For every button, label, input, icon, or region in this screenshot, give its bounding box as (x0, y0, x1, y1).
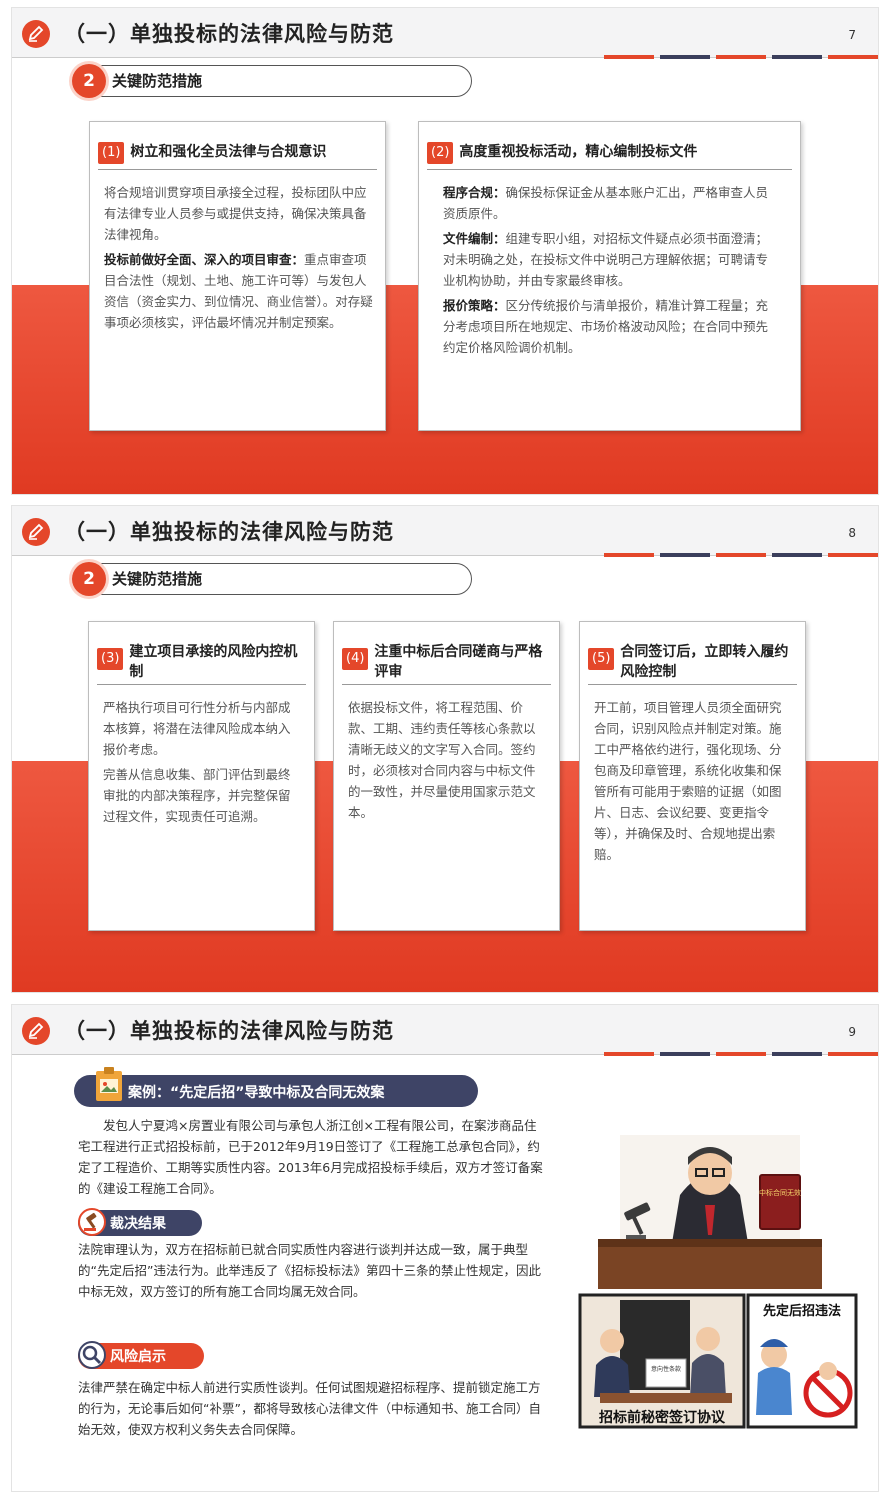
verdict-text: 法院审理认为，双方在招标前已就合同实质性内容进行谈判并达成一致，属于典型的“先定… (78, 1242, 541, 1299)
card-title: 合同签订后，立即转入履约风险控制 (620, 644, 789, 680)
card-divider (427, 169, 792, 170)
card-body: 程序合规：确保投标保证金从基本账户汇出，严格审查人员资质原件。 文件编制：组建专… (443, 182, 780, 362)
book-title-text: 中标合同无效 (759, 1188, 801, 1197)
measure-card-3: (3) 建立项目承接的风险内控机制 严格执行项目可行性分析与内部成本核算，将潜在… (88, 621, 315, 931)
left-panel-caption: 招标前秘密签订协议 (599, 1409, 726, 1426)
card-paragraph: 文件编制：组建专职小组，对招标文件疑点必须书面澄清；对未明确之处，在投标文件中说… (443, 231, 769, 288)
page-number: 7 (848, 28, 856, 42)
card-paragraph: 将合规培训贯穿项目承接全过程，投标团队中应有法律专业人员参与或提供支持，确保决策… (104, 185, 367, 242)
card-paragraph: 开工前，项目管理人员须全面研究合同，识别风险点并制定对策。施工中严格依约进行，强… (594, 700, 782, 862)
section-label: 关键防范措施 (112, 570, 203, 588)
case-folder-icon (94, 1067, 124, 1103)
card-number-badge: (3) (97, 648, 124, 670)
card-paragraph: 完善从信息收集、部门评估到最终审批的内部决策程序，并完整保留过程文件，实现责任可… (103, 767, 291, 824)
slide-9: （一）单独投标的法律风险与防范 9 案例：“先定后招”导致中标及合同无效案 发包… (12, 1005, 878, 1491)
page-number: 9 (848, 1025, 856, 1039)
case-description: 发包人宁夏鸿×房置业有限公司与承包人浙江创×工程有限公司，在案涉商品住宅工程进行… (78, 1118, 543, 1196)
card-number-badge: (2) (427, 142, 454, 164)
gavel-icon (78, 1208, 106, 1236)
court-illustration: 中标合同无效 意向性条款 招标前秘密签订协议 先定后招违法 (578, 1135, 858, 1429)
measure-card-4: (4) 注重中标后合同磋商与严格评审 依据投标文件，将工程范围、价款、工期、违约… (333, 621, 560, 931)
page-number: 8 (848, 526, 856, 540)
slide-title: （一）单独投标的法律风险与防范 (64, 520, 394, 544)
slide-header: （一）单独投标的法律风险与防范 8 (12, 506, 878, 555)
card-number-badge: (5) (588, 648, 615, 670)
card-number-badge: (1) (98, 142, 125, 164)
header-dashes (598, 55, 878, 59)
slide-7: （一）单独投标的法律风险与防范 7 2 关键防范措施 (1) 树立和强化全员法律… (12, 8, 878, 494)
document-text: 意向性条款 (651, 1365, 681, 1373)
risk-text: 法律严禁在确定中标人前进行实质性谈判。任何试图规避招标程序、提前锁定施工方的行为… (78, 1380, 541, 1437)
card-paragraph: 报价策略：区分传统报价与清单报价，精准计算工程量；充分考虑项目所在地规定、市场价… (443, 298, 769, 355)
risk-label: 风险启示 (110, 1349, 166, 1365)
card-title: 树立和强化全员法律与合规意识 (130, 144, 327, 160)
header-dashes (598, 1052, 878, 1056)
card-title: 注重中标后合同磋商与严格评审 (374, 644, 543, 680)
card-divider (97, 684, 306, 685)
slide-title: （一）单独投标的法律风险与防范 (64, 1019, 394, 1043)
section-number-badge: 2 (72, 562, 106, 596)
card-paragraph: 严格执行项目可行性分析与内部成本核算，将潜在法律风险成本纳入报价考虑。 (103, 700, 291, 757)
measure-card-1: (1) 树立和强化全员法律与合规意识 将合规培训贯穿项目承接全过程，投标团队中应… (89, 121, 386, 431)
card-number-badge: (4) (342, 648, 369, 670)
card-body: 依据投标文件，将工程范围、价款、工期、违约责任等核心条款以清晰无歧义的文字写入合… (348, 697, 547, 827)
card-divider (588, 684, 797, 685)
card-paragraph: 依据投标文件，将工程范围、价款、工期、违约责任等核心条款以清晰无歧义的文字写入合… (348, 700, 536, 820)
slide-title: （一）单独投标的法律风险与防范 (64, 22, 394, 46)
slide-header: （一）单独投标的法律风险与防范 7 (12, 8, 878, 57)
card-title: 建立项目承接的风险内控机制 (129, 644, 298, 680)
card-title: 高度重视投标活动，精心编制投标文件 (459, 144, 698, 160)
card-divider (98, 169, 377, 170)
right-panel-title: 先定后招违法 (763, 1303, 841, 1319)
card-body: 将合规培训贯穿项目承接全过程，投标团队中应有法律专业人员参与或提供支持，确保决策… (104, 182, 373, 337)
card-divider (342, 684, 551, 685)
pen-icon (22, 20, 50, 48)
card-body: 开工前，项目管理人员须全面研究合同，识别风险点并制定对策。施工中严格依约进行，强… (594, 697, 793, 869)
section-label: 关键防范措施 (112, 72, 203, 90)
pen-icon (22, 1017, 50, 1045)
section-number-badge: 2 (72, 64, 106, 98)
measure-card-2: (2) 高度重视投标活动，精心编制投标文件 程序合规：确保投标保证金从基本账户汇… (418, 121, 801, 431)
card-paragraph: 投标前做好全面、深入的项目审查：重点审查项目合法性（规划、土地、施工许可等）与发… (104, 252, 373, 330)
verdict-label: 裁决结果 (110, 1216, 166, 1232)
slide-8: （一）单独投标的法律风险与防范 8 2 关键防范措施 (3) 建立项目承接的风险… (12, 506, 878, 992)
card-body: 严格执行项目可行性分析与内部成本核算，将潜在法律风险成本纳入报价考虑。 完善从信… (103, 697, 302, 831)
case-title: 案例：“先定后招”导致中标及合同无效案 (128, 1085, 385, 1101)
slide-header: （一）单独投标的法律风险与防范 9 (12, 1005, 878, 1054)
measure-card-5: (5) 合同签订后，立即转入履约风险控制 开工前，项目管理人员须全面研究合同，识… (579, 621, 806, 931)
card-paragraph: 程序合规：确保投标保证金从基本账户汇出，严格审查人员资质原件。 (443, 185, 769, 221)
magnifier-icon (78, 1341, 106, 1369)
pen-icon (22, 518, 50, 546)
header-dashes (598, 553, 878, 557)
